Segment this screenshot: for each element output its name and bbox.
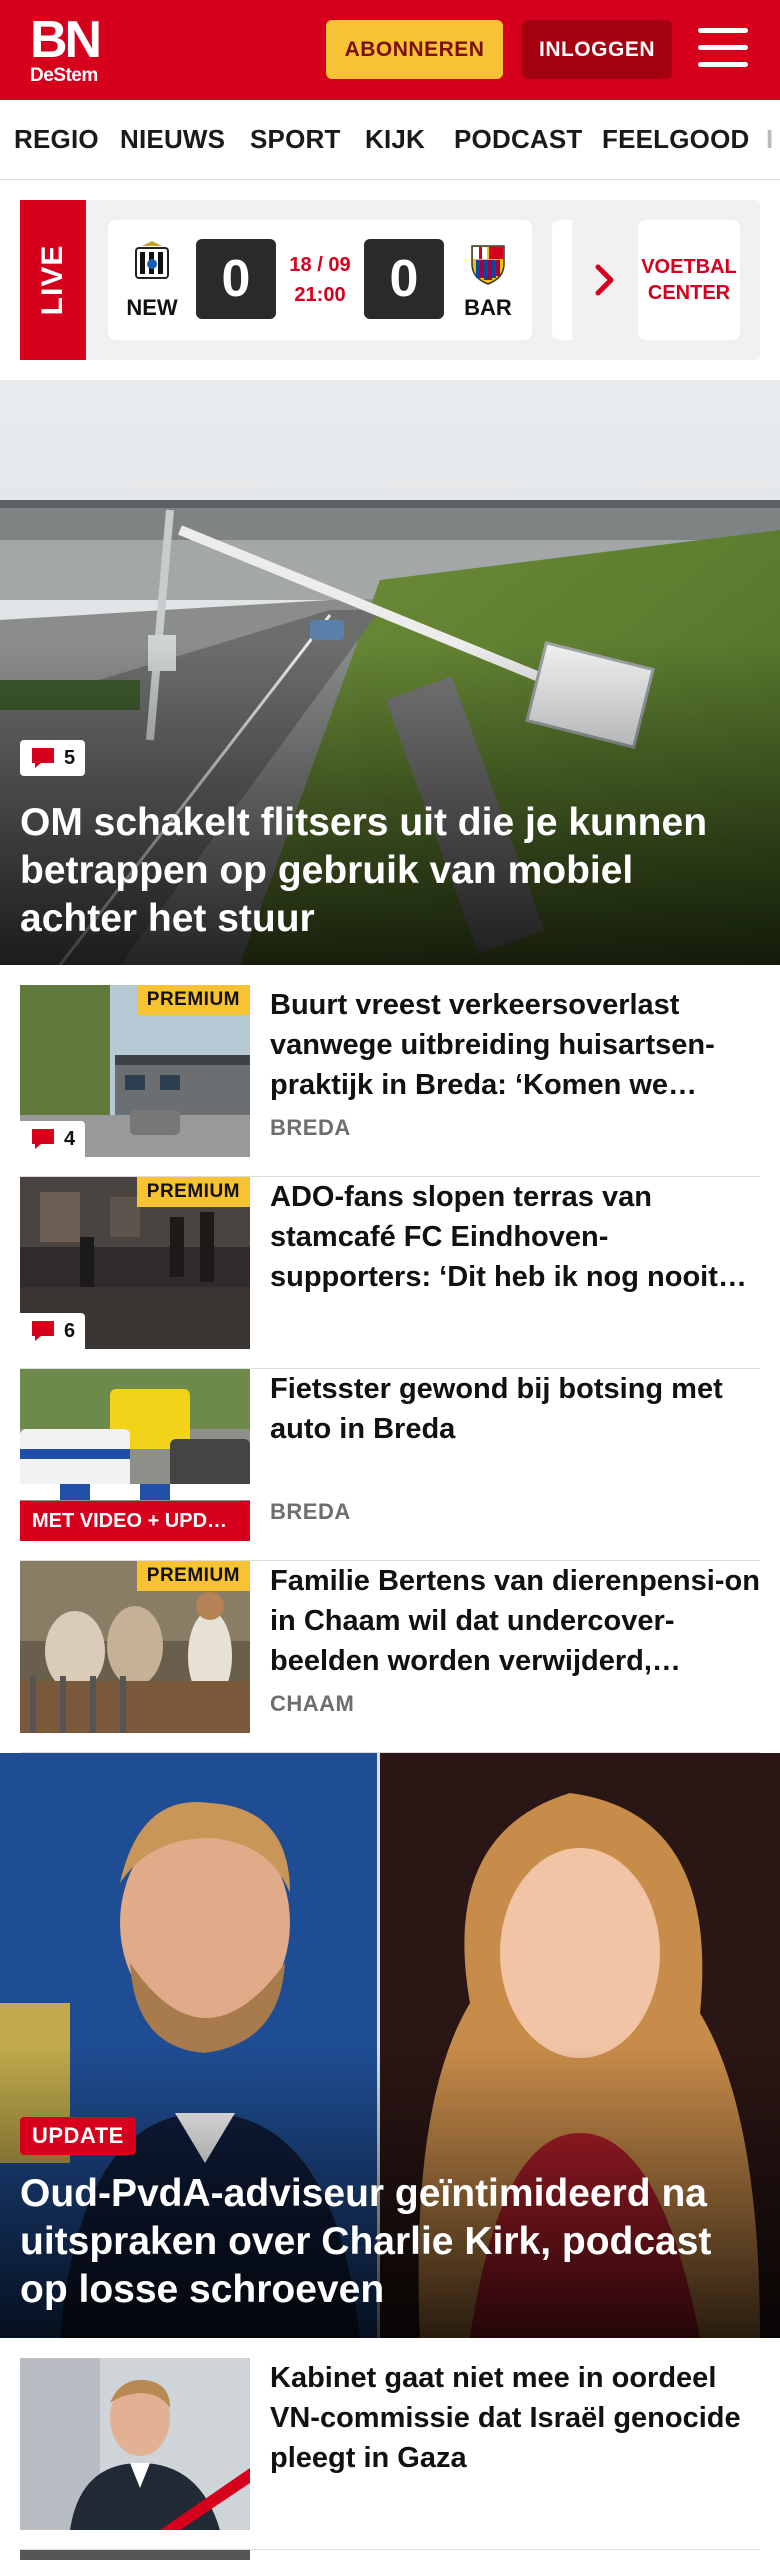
article-title[interactable]: ADO-fans slopen terras van stamcafé FC E… [270, 1177, 760, 1297]
comment-icon [32, 1129, 54, 1149]
hamburger-menu-icon[interactable] [698, 25, 750, 71]
article-location: BREDA [270, 1499, 351, 1524]
nav-item-feelgood[interactable]: FEELGOOD [602, 124, 750, 155]
article-thumbnail: MET VIDEO + UPD… [20, 1369, 250, 1541]
article-title[interactable]: Buurt vreest verkeersoverlast vanwege ui… [270, 985, 760, 1105]
comment-count-badge: 4 [20, 1121, 86, 1157]
football-center-line1: VOETBAL [641, 256, 737, 278]
article-item[interactable]: Kabinet gaat niet mee in oordeel VN-comm… [20, 2358, 760, 2550]
match-time: 21:00 [294, 284, 346, 306]
article-location: CHAAM [270, 1691, 355, 1716]
hero-article[interactable]: 5 OM schakelt flitsers uit die je kunnen… [0, 380, 780, 965]
login-button[interactable]: INLOGGEN [522, 20, 672, 79]
comment-icon [32, 1321, 54, 1341]
logo-main-text: BN [30, 11, 102, 69]
away-score: 0 [364, 239, 444, 319]
article-item[interactable]: PREMIUM 4 Buurt vreest verkeersoverlast … [20, 985, 760, 1177]
article-title[interactable]: Kabinet gaat niet mee in oordeel VN-comm… [270, 2358, 760, 2478]
article-item[interactable]: MET VIDEO + UPD… Fietsster gewond bij bo… [20, 1369, 760, 1561]
football-center-link[interactable]: VOETBAL CENTER [638, 220, 740, 340]
away-team-abbr: BAR [464, 295, 512, 320]
comment-count: 4 [64, 1127, 76, 1150]
logo-sub-text: DeStem [30, 65, 98, 86]
match-card[interactable]: NEW 0 18 / 09 21:00 0 BAR [108, 220, 532, 340]
premium-badge: PREMIUM [136, 1177, 250, 1207]
article-item[interactable]: PREMIUM Familie Bertens van dierenpensi-… [20, 1561, 760, 1753]
match-date: 18 / 09 [289, 254, 351, 276]
article-thumbnail: PREMIUM 4 [20, 985, 250, 1157]
article-title[interactable]: Familie Bertens van dierenpensi-on in Ch… [270, 1561, 760, 1681]
article-item[interactable]: PREMIUM 6 ADO-fans slopen terras van sta… [20, 1177, 760, 1369]
nav-item-kijk[interactable]: KIJK [365, 124, 425, 155]
video-update-badge: MET VIDEO + UPD… [20, 1501, 250, 1541]
home-team-abbr: NEW [126, 295, 178, 320]
match-datetime: 18 / 09 21:00 [281, 250, 359, 310]
hero-title[interactable]: OM schakelt flitsers uit die je kunnen b… [20, 799, 760, 943]
nav-item-overflow[interactable]: I [766, 124, 773, 155]
article-thumbnail [20, 2358, 250, 2530]
article-thumbnail: PREMIUM 6 [20, 1177, 250, 1349]
comment-count-badge: 5 [20, 740, 86, 776]
comment-count: 5 [64, 746, 76, 769]
chevron-right-icon[interactable] [594, 263, 616, 297]
site-header: BN DeStem ABONNEREN INLOGGEN [0, 0, 780, 100]
next-article-thumbnail[interactable] [20, 2550, 250, 2560]
comment-icon [32, 748, 54, 768]
newcastle-crest-icon [135, 241, 169, 279]
nav-item-nieuws[interactable]: NIEUWS [120, 124, 225, 155]
live-label: LIVE [36, 244, 69, 316]
update-badge: UPDATE [20, 2117, 136, 2155]
comment-count: 6 [64, 1319, 76, 1342]
nav-item-sport[interactable]: SPORT [250, 124, 341, 155]
article-image [20, 2358, 250, 2530]
football-center-line2: CENTER [647, 282, 731, 304]
barcelona-crest-icon [471, 245, 505, 285]
nav-item-regio[interactable]: REGIO [14, 124, 99, 155]
comment-count-badge: 6 [20, 1313, 86, 1349]
hero-title-2[interactable]: Oud-PvdA-adviseur geïntimideerd na uitsp… [20, 2170, 760, 2314]
premium-badge: PREMIUM [136, 1561, 250, 1591]
main-navigation: REGIO NIEUWS SPORT KIJK PODCAST FEELGOOD… [0, 100, 780, 180]
article-thumbnail: PREMIUM [20, 1561, 250, 1733]
article-title[interactable]: Fietsster gewond bij botsing met auto in… [270, 1369, 760, 1449]
site-logo[interactable]: BN DeStem [30, 14, 112, 86]
nav-item-podcast[interactable]: PODCAST [454, 124, 583, 155]
live-scores-widget: LIVE NEW 0 18 / 09 21:00 0 BAR VOETBAL C… [20, 200, 760, 360]
premium-badge: PREMIUM [136, 985, 250, 1015]
article-location: BREDA [270, 1115, 351, 1140]
live-tab[interactable]: LIVE [20, 200, 86, 360]
subscribe-button[interactable]: ABONNEREN [326, 20, 503, 79]
away-team: BAR [458, 238, 518, 321]
home-team: NEW [122, 238, 182, 321]
hero-article-2[interactable]: UPDATE Oud-PvdA-adviseur geïntimideerd n… [0, 1753, 780, 2338]
home-score: 0 [196, 239, 276, 319]
next-match-card[interactable] [552, 220, 572, 340]
